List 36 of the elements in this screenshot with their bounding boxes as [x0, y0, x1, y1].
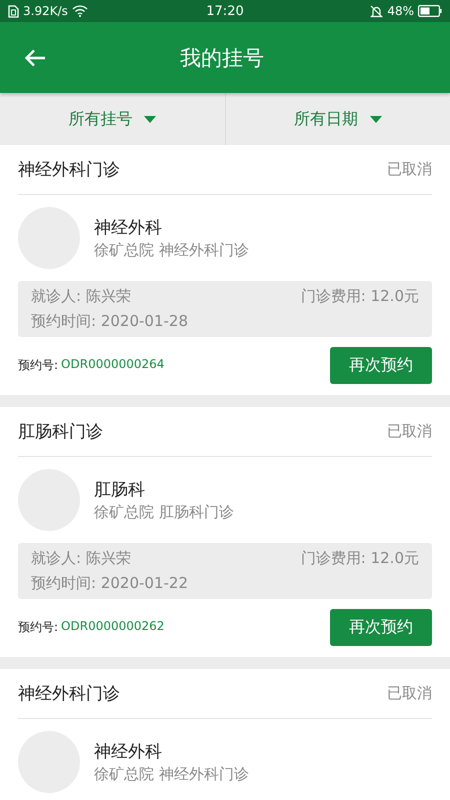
clinic-name: 神经外科门诊: [18, 683, 120, 705]
hospital-name: 徐矿总院 神经外科门诊: [94, 765, 249, 784]
wifi-icon: [72, 5, 88, 17]
order-label: 预约号:: [18, 357, 58, 374]
appointment-date: 预约时间: 2020-01-22: [31, 574, 189, 593]
clock-time: 17:20: [206, 4, 244, 18]
clinic-fee: 门诊费用: 12.0元: [300, 287, 419, 306]
rebook-button[interactable]: 再次预约: [330, 609, 432, 646]
back-arrow-icon: [24, 48, 46, 66]
sim-icon: [8, 4, 19, 18]
battery-icon: [418, 5, 442, 17]
filter-dropdown[interactable]: 所有挂号: [0, 93, 224, 145]
order-number: ODR0000000264: [61, 357, 164, 373]
appointment-date: 预约时间: 2020-01-28: [31, 312, 189, 331]
order-number: ODR0000000262: [61, 619, 164, 635]
clinic-fee: 门诊费用: 12.0元: [300, 549, 419, 568]
status-label: 已取消: [387, 160, 432, 179]
clinic-name: 神经外科门诊: [18, 159, 120, 181]
department-name: 神经外科: [94, 217, 163, 239]
patient-name: 就诊人: 陈兴荣: [31, 549, 131, 568]
clinic-name: 肛肠科门诊: [18, 421, 103, 443]
bell-muted-icon: [370, 4, 384, 18]
hospital-name: 徐矿总院 神经外科门诊: [94, 241, 249, 260]
patient-name: 就诊人: 陈兴荣: [31, 287, 131, 306]
network-speed: 3.92K/s: [23, 4, 68, 18]
battery-percent: 48%: [387, 4, 414, 18]
rebook-button[interactable]: 再次预约: [330, 347, 432, 384]
order-label: 预约号:: [18, 619, 58, 636]
status-label: 已取消: [387, 422, 432, 441]
department-name: 肛肠科: [94, 479, 146, 501]
status-label: 已取消: [387, 684, 432, 703]
caret-icon: [370, 116, 382, 122]
hospital-name: 徐矿总院 肛肠科门诊: [94, 503, 234, 522]
department-name: 神经外科: [94, 741, 163, 763]
page-title: 我的挂号: [179, 44, 265, 72]
caret-icon: [144, 116, 156, 122]
